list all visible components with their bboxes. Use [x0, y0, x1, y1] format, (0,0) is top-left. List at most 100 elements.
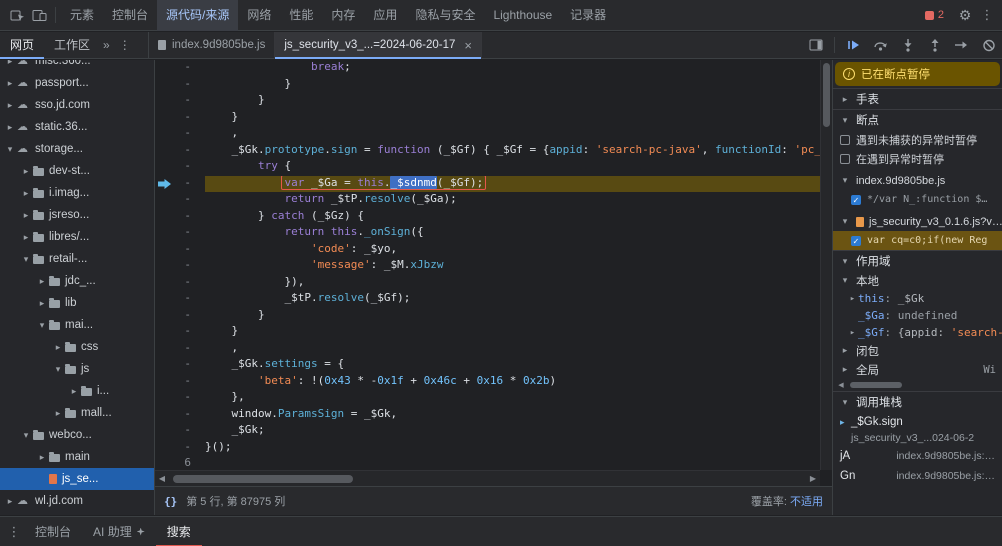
- chevron-right-icon[interactable]: ▸: [36, 276, 48, 287]
- line-gutter[interactable]: -: [155, 324, 205, 341]
- tree-item-8[interactable]: ▸ libres/...: [0, 226, 154, 248]
- scope-variable-1[interactable]: _$Ga: undefined: [833, 307, 1002, 324]
- tree-item-10[interactable]: ▸ jdc_...: [0, 270, 154, 292]
- line-gutter[interactable]: -: [155, 258, 205, 275]
- chevron-down-icon[interactable]: ▾: [4, 144, 16, 155]
- chevron-down-icon[interactable]: ▾: [839, 397, 851, 408]
- panel-tab-1[interactable]: 控制台: [103, 0, 157, 31]
- tree-item-9[interactable]: ▾ retail-...: [0, 248, 154, 270]
- panel-tab-3[interactable]: 网络: [238, 0, 280, 31]
- chevron-right-icon[interactable]: ▸: [52, 408, 64, 419]
- chevron-right-icon[interactable]: ▸: [4, 122, 16, 133]
- tree-item-5[interactable]: ▸ dev-st...: [0, 160, 154, 182]
- chevron-right-icon[interactable]: ▸: [4, 100, 16, 111]
- chevron-right-icon[interactable]: ▸: [4, 496, 16, 507]
- code-text[interactable]: 'beta': !(0x43 * -0x1f + 0x46c + 0x16 * …: [205, 374, 820, 391]
- chevron-right-icon[interactable]: ▸: [839, 364, 851, 375]
- code-text[interactable]: } catch (_$Gz) {: [205, 209, 820, 226]
- chevron-down-icon[interactable]: ▾: [52, 364, 64, 375]
- deactivate-breakpoints-button[interactable]: [975, 32, 1002, 59]
- code-text[interactable]: 'message': _$M.xJbzw: [205, 258, 820, 275]
- pause-on-uncaught-row[interactable]: 遇到未捕获的异常时暂停: [833, 130, 1002, 149]
- scope-variable-2[interactable]: ▸_$Gf: {appid: 'search-p: [833, 324, 1002, 341]
- line-gutter[interactable]: -: [155, 77, 205, 94]
- pause-on-caught-row[interactable]: 在遇到异常时暂停: [833, 149, 1002, 168]
- line-gutter[interactable]: -: [155, 126, 205, 143]
- chevron-right-icon[interactable]: ▸: [4, 60, 16, 67]
- code-text[interactable]: }: [205, 93, 820, 110]
- code-text[interactable]: }();: [205, 440, 820, 457]
- scope-variable-0[interactable]: ▸ this: _$Gk: [833, 290, 1002, 307]
- line-gutter[interactable]: -: [155, 440, 205, 457]
- tree-item-16[interactable]: ▸ mall...: [0, 402, 154, 424]
- line-gutter[interactable]: -: [155, 407, 205, 424]
- tree-item-2[interactable]: ▸ ☁ sso.jd.com: [0, 94, 154, 116]
- tree-item-19[interactable]: js_se...: [0, 468, 154, 490]
- pretty-print-button[interactable]: {}: [164, 495, 177, 508]
- call-stack-frame-2[interactable]: Gn index.9d9805be.js:…: [833, 466, 1002, 486]
- line-gutter[interactable]: -: [155, 60, 205, 77]
- chevron-right-icon[interactable]: ▸: [847, 294, 858, 304]
- code-text[interactable]: try {: [205, 159, 820, 176]
- horizontal-scrollbar-track[interactable]: [169, 471, 806, 486]
- main-menu-icon[interactable]: ⋮: [976, 3, 998, 27]
- code-text[interactable]: _$Gk.prototype.sign = function (_$Gf) { …: [205, 143, 821, 160]
- tab-overflow-chevron[interactable]: »: [100, 38, 113, 52]
- line-gutter[interactable]: -: [155, 242, 205, 259]
- tree-item-7[interactable]: ▸ jsreso...: [0, 204, 154, 226]
- scroll-left-arrow-icon[interactable]: ◀: [155, 474, 169, 483]
- panel-tab-7[interactable]: 隐私与安全: [406, 0, 484, 31]
- tree-item-3[interactable]: ▸ ☁ static.36...: [0, 116, 154, 138]
- inspect-icon[interactable]: [6, 3, 28, 27]
- panel-tab-6[interactable]: 应用: [364, 0, 406, 31]
- close-tab-icon[interactable]: ×: [464, 38, 472, 53]
- tree-item-11[interactable]: ▸ lib: [0, 292, 154, 314]
- chevron-down-icon[interactable]: ▾: [20, 430, 32, 441]
- line-gutter[interactable]: -: [155, 308, 205, 325]
- chevron-right-icon[interactable]: ▸: [52, 342, 64, 353]
- frame-location[interactable]: js_security_v3_...024-06-2: [833, 432, 1002, 446]
- code-text[interactable]: }: [205, 77, 820, 94]
- chevron-right-icon[interactable]: ▸: [839, 94, 851, 105]
- line-gutter[interactable]: -: [155, 159, 205, 176]
- chevron-down-icon[interactable]: ▾: [839, 216, 851, 227]
- checkbox-unchecked[interactable]: [840, 134, 850, 145]
- step-button[interactable]: [948, 32, 975, 59]
- chevron-right-icon[interactable]: ▸: [20, 210, 32, 221]
- editor-tab-0[interactable]: index.9d9805be.js: [149, 31, 276, 59]
- code-text[interactable]: },: [205, 390, 820, 407]
- scroll-left-arrow-icon[interactable]: ◀: [836, 381, 846, 389]
- section-scope[interactable]: ▾ 作用域: [833, 250, 1002, 271]
- navigator-tab-0[interactable]: 网页: [0, 32, 44, 59]
- tree-item-0[interactable]: ▸ ☁ misc.360...: [0, 60, 154, 72]
- code-text[interactable]: 'code': _$yo,: [205, 242, 820, 259]
- chevron-right-icon[interactable]: ▸: [68, 386, 80, 397]
- code-text[interactable]: ,: [205, 341, 820, 358]
- chevron-down-icon[interactable]: ▾: [839, 115, 851, 126]
- line-gutter[interactable]: -: [155, 275, 205, 292]
- breakpoint-checkbox[interactable]: ✓: [851, 235, 861, 246]
- code-text[interactable]: _$Gk.settings = {: [205, 357, 820, 374]
- coverage-link[interactable]: 不适用: [790, 496, 823, 508]
- scope-group-2[interactable]: ▸ 全局 Wi: [833, 360, 1002, 379]
- checkbox-unchecked[interactable]: [840, 153, 850, 164]
- tree-item-4[interactable]: ▾ ☁ storage...: [0, 138, 154, 160]
- step-into-button[interactable]: [894, 32, 921, 59]
- toggle-sidebar-button[interactable]: [802, 32, 829, 59]
- editor-horizontal-scrollbar[interactable]: ◀ ▶: [155, 470, 820, 486]
- line-gutter[interactable]: -: [155, 93, 205, 110]
- chevron-right-icon[interactable]: ▸: [839, 345, 851, 356]
- code-text[interactable]: ,: [205, 126, 820, 143]
- code-text[interactable]: return _$tP.resolve(_$Ga);: [205, 192, 820, 209]
- navigator-tab-1[interactable]: 工作区: [44, 32, 100, 59]
- tree-item-20[interactable]: ▸ ☁ wl.jd.com: [0, 490, 154, 512]
- tree-item-18[interactable]: ▸ main: [0, 446, 154, 468]
- code-text[interactable]: _$tP.resolve(_$Gf);: [205, 291, 820, 308]
- step-over-button[interactable]: [867, 32, 894, 59]
- chevron-down-icon[interactable]: ▾: [839, 275, 851, 286]
- section-call-stack[interactable]: ▾ 调用堆栈: [833, 391, 1002, 412]
- error-count-badge[interactable]: 2: [924, 9, 944, 21]
- panel-tab-9[interactable]: 记录器: [561, 0, 615, 31]
- scope-scrollbar-thumb[interactable]: [850, 382, 902, 388]
- line-gutter[interactable]: -: [155, 423, 205, 440]
